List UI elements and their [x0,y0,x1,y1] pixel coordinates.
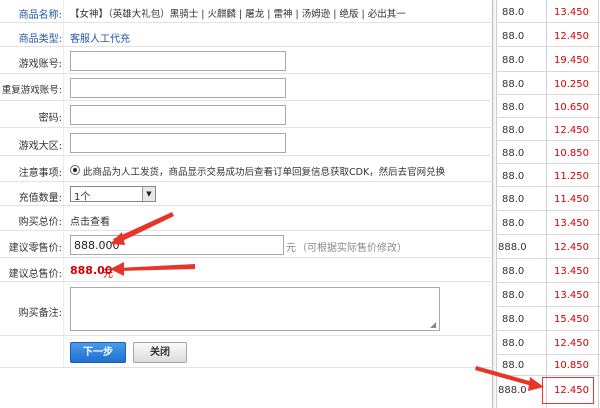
annotation-arrows [110,212,544,391]
arrowhead-total [110,262,124,276]
arrowhead-highlight [528,377,544,391]
screen: 88.0 13.450 88.0 12.450 88.0 19.450 88.0… [0,0,600,408]
arrow-to-suggest-total [118,264,195,271]
arrowhead-retail [110,232,125,245]
